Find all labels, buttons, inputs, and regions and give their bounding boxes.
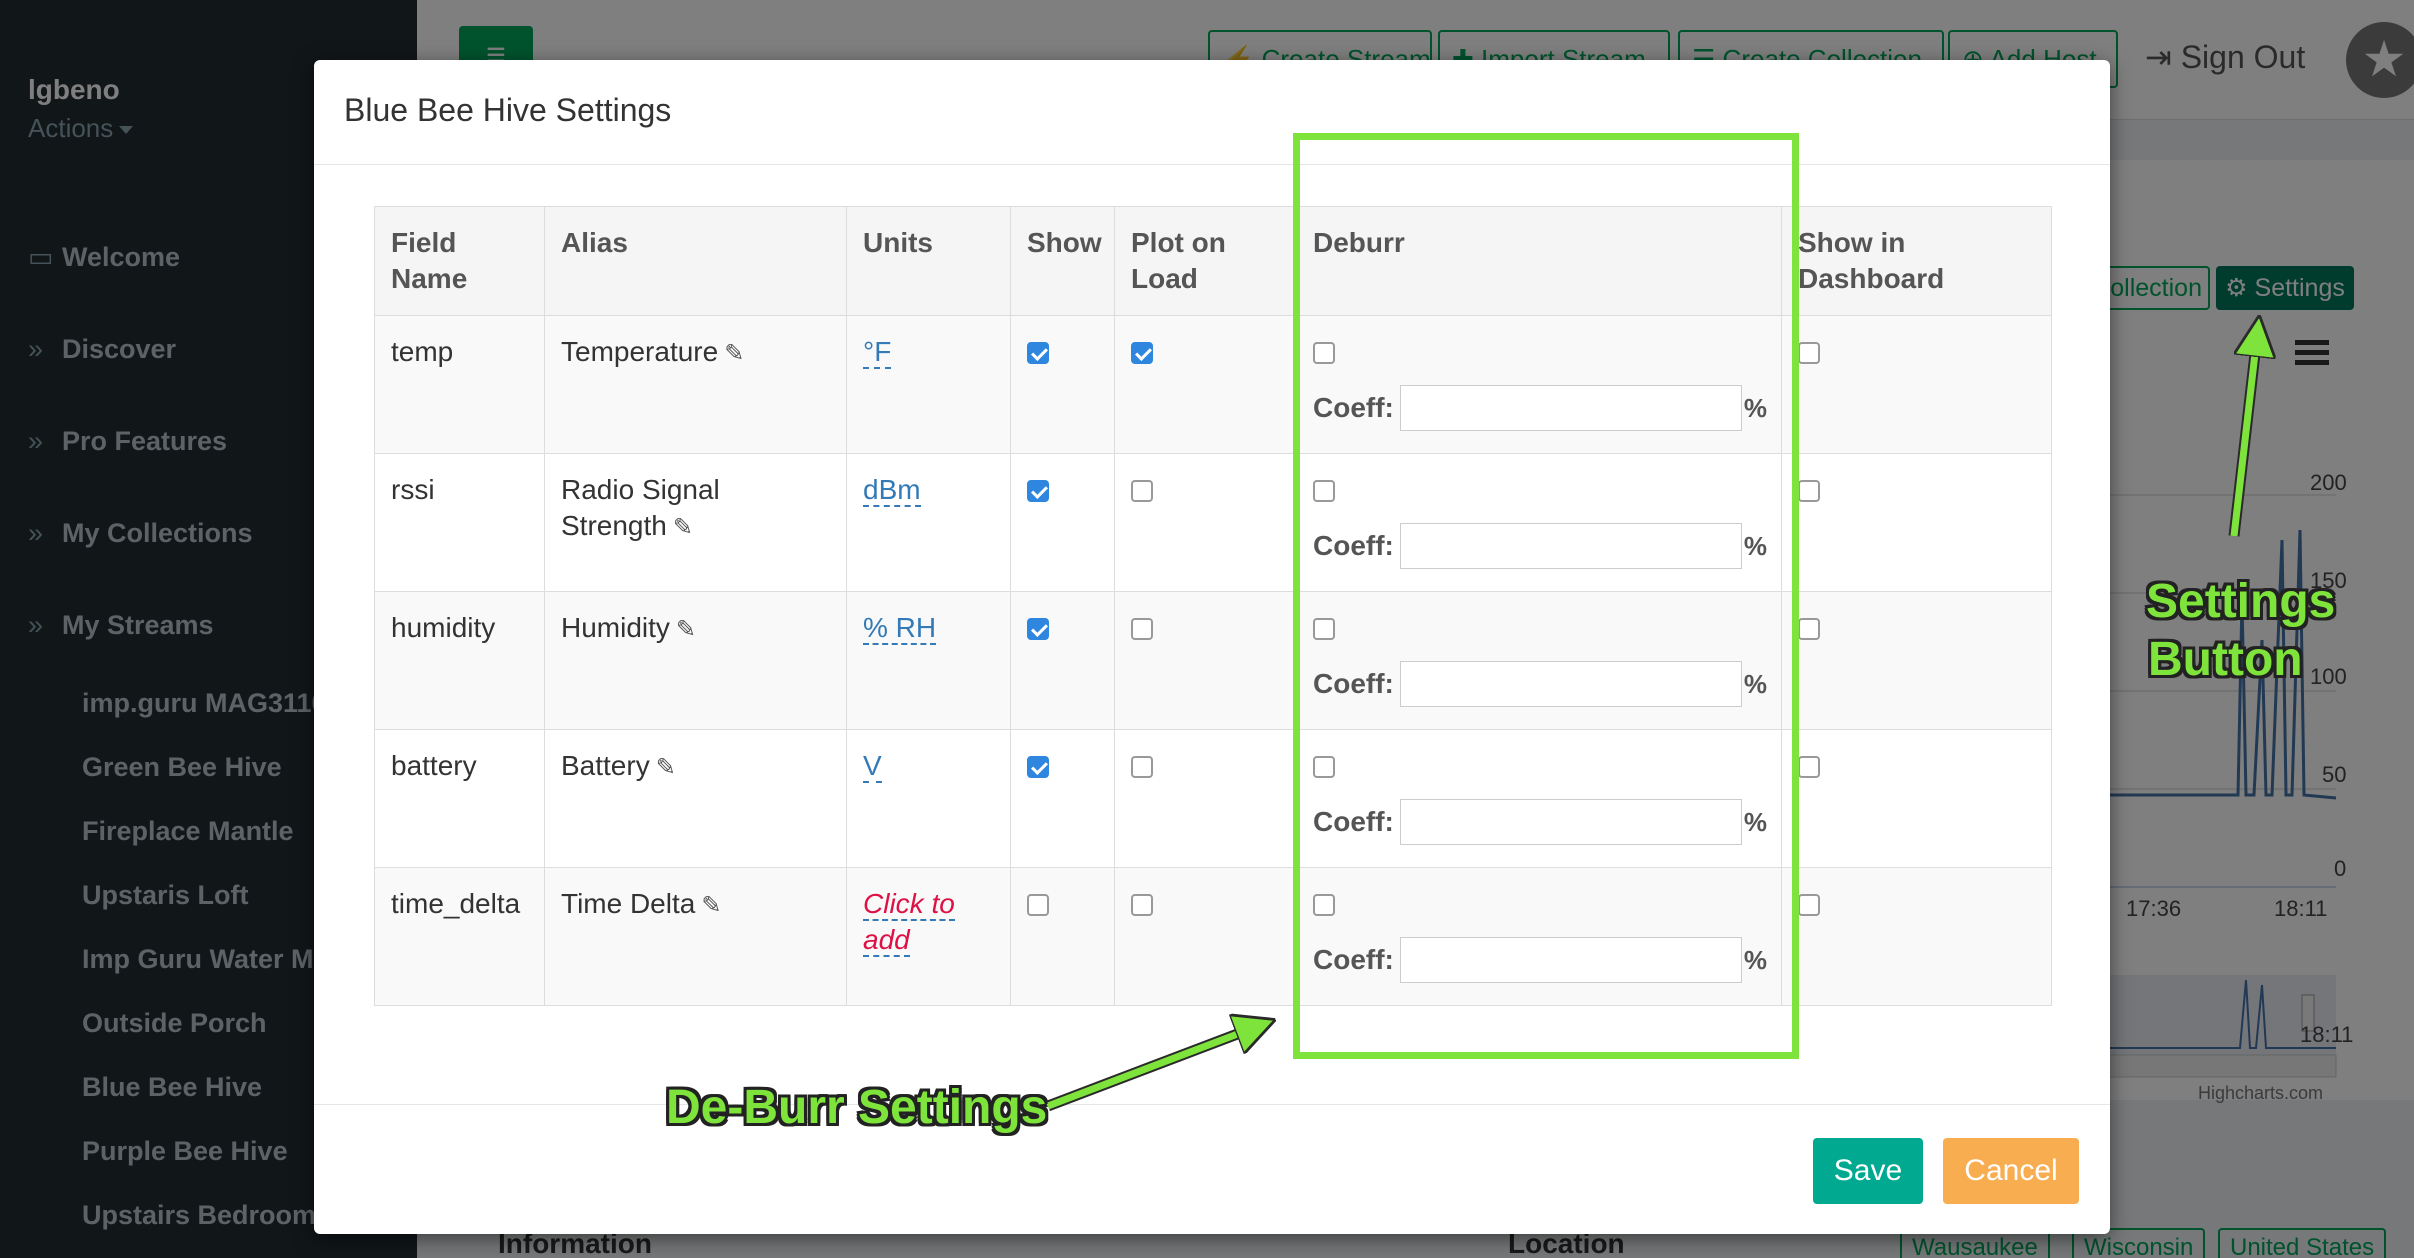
annotation-arrows	[1046, 0, 2414, 1112]
settings-arrow	[2230, 336, 2257, 537]
settings-annotation-label-line1: Settings	[2146, 575, 2336, 628]
settings-annotation-label-line2: Button	[2148, 633, 2303, 686]
deburr-arrow	[1046, 1027, 1256, 1110]
deburr-annotation-label: De-Burr Settings	[666, 1081, 1048, 1134]
